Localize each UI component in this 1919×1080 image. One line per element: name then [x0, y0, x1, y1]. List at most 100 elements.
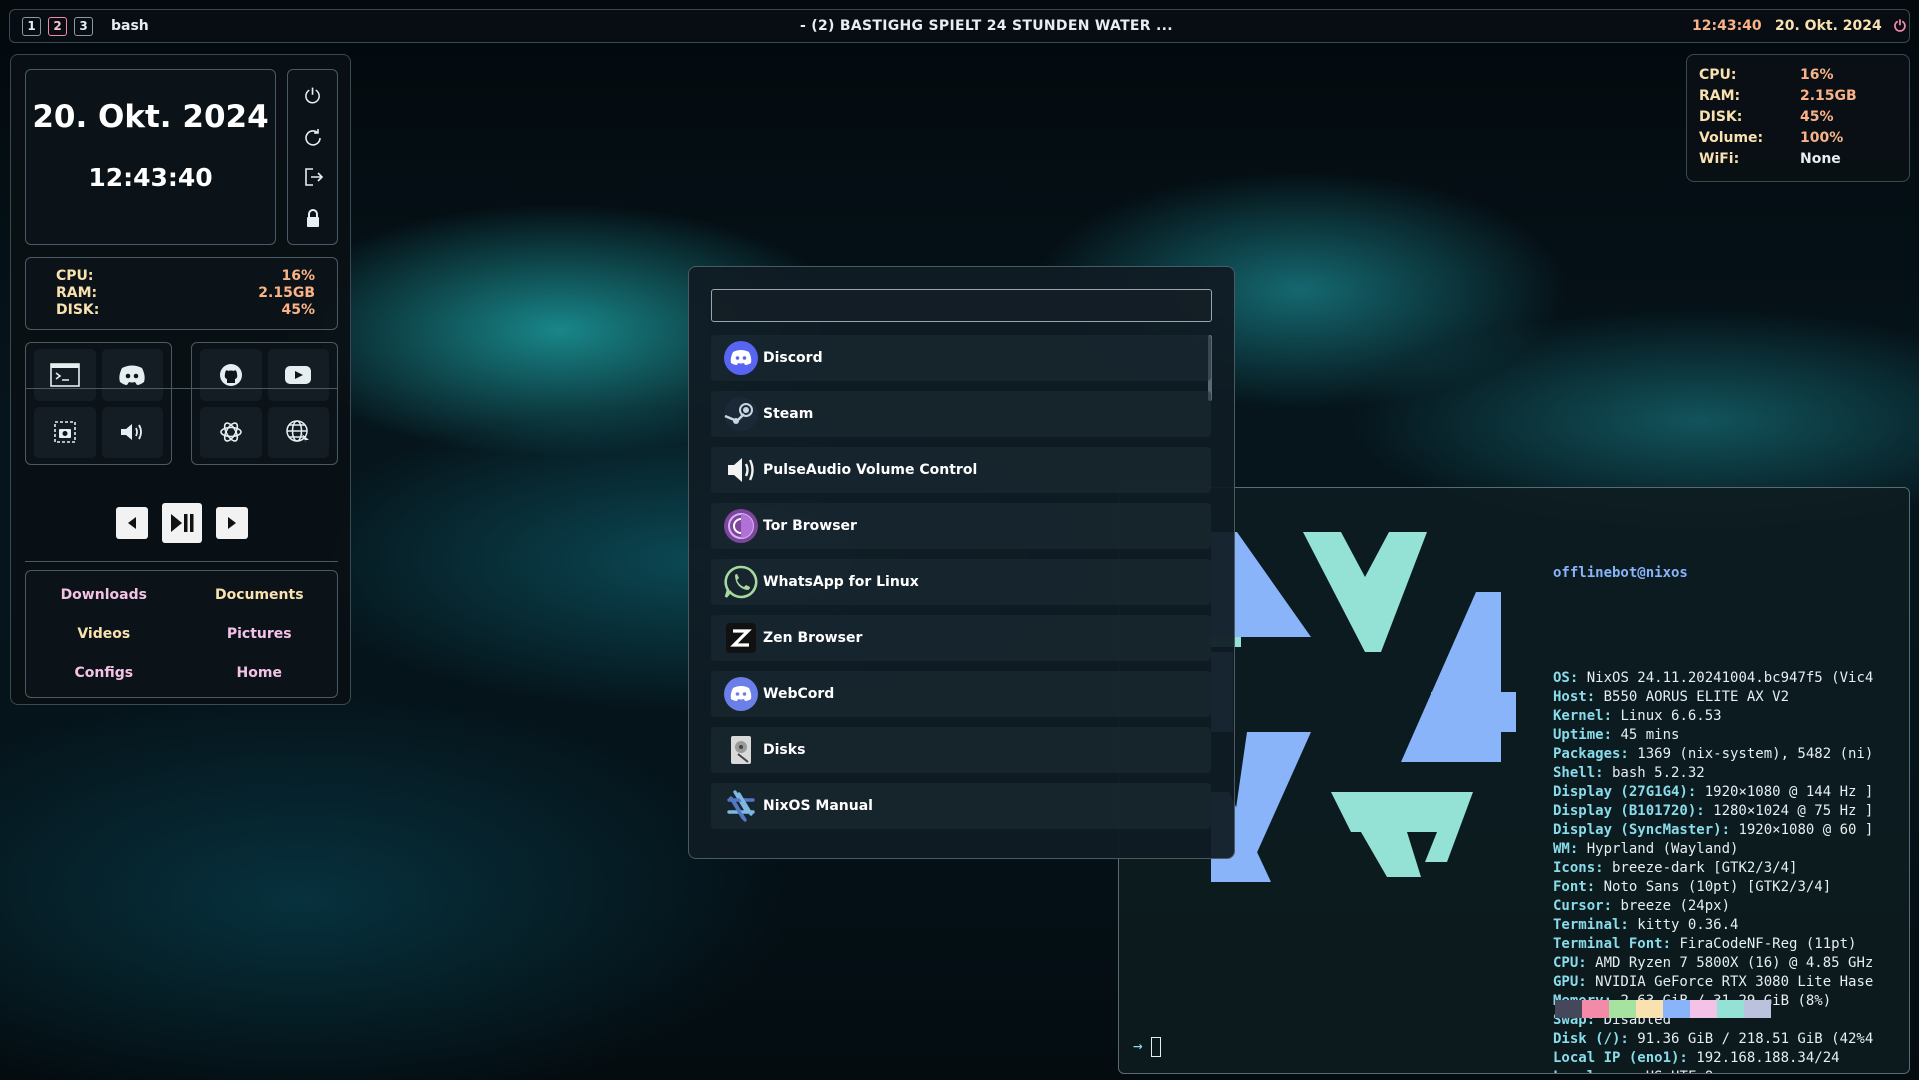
shutdown-icon[interactable]: ⏻: [300, 83, 326, 109]
palette-swatch: [1609, 1000, 1636, 1018]
previous-track-icon[interactable]: [115, 507, 148, 539]
launcher-item-label: Zen Browser: [763, 630, 863, 646]
info-line: Kernel: Linux 6.6.53: [1553, 707, 1873, 726]
palette-swatch: [1663, 1000, 1690, 1018]
speaker-icon: [721, 450, 761, 490]
active-app-label: bash: [111, 18, 149, 34]
stat-value: 45%: [281, 302, 315, 318]
info-line: Host: B550 AORUS ELITE AX V2: [1553, 688, 1873, 707]
info-value: FiraCodeNF-Reg (11pt): [1671, 936, 1857, 952]
launcher-item-label: NixOS Manual: [763, 798, 873, 814]
folder-downloads[interactable]: Downloads: [26, 587, 182, 603]
sysinfo-label: CPU:: [1699, 67, 1737, 83]
zen-icon: [721, 618, 761, 658]
folder-home[interactable]: Home: [182, 665, 338, 681]
top-bar: 1 2 3 bash - (2) BASTIGHG SPIELT 24 STUN…: [9, 9, 1910, 43]
divider: [25, 388, 338, 389]
discord-icon: [721, 338, 761, 378]
launcher-item-label: Discord: [763, 350, 823, 366]
sysinfo-label: RAM:: [1699, 88, 1741, 104]
info-value: 192.168.188.34/24: [1687, 1050, 1840, 1066]
reboot-icon[interactable]: [300, 124, 326, 150]
info-line: GPU: NVIDIA GeForce RTX 3080 Lite Hase: [1553, 973, 1873, 992]
info-key: Locale:: [1553, 1069, 1612, 1073]
play-pause-icon[interactable]: [161, 503, 202, 543]
info-value: 91.36 GiB / 218.51 GiB (42%4: [1628, 1031, 1874, 1047]
globe-icon[interactable]: [267, 406, 329, 458]
info-value: 1920×1080 @ 60 ]: [1730, 822, 1874, 838]
whatsapp-icon: [721, 562, 761, 602]
launcher-app-list: Discord Steam PulseAudio Volume Control Tor…: [711, 335, 1211, 839]
sysinfo-label: Volume:: [1699, 130, 1764, 146]
logout-icon[interactable]: [300, 164, 326, 190]
sysinfo-label: WiFi:: [1699, 151, 1740, 167]
info-line: Shell: bash 5.2.32: [1553, 764, 1873, 783]
workspace-1-button[interactable]: 1: [22, 16, 41, 36]
discord-icon[interactable]: [101, 349, 163, 401]
folder-videos[interactable]: Videos: [26, 626, 182, 642]
info-line: CPU: AMD Ryzen 7 5800X (16) @ 4.85 GHz: [1553, 954, 1873, 973]
power-menu: ⏻: [287, 69, 338, 245]
info-value: 1920×1080 @ 144 Hz ]: [1696, 784, 1874, 800]
info-line: Local IP (eno1): 192.168.188.34/24: [1553, 1049, 1873, 1068]
launcher-item-label: PulseAudio Volume Control: [763, 462, 978, 478]
palette-swatch: [1690, 1000, 1717, 1018]
terminal-prompt[interactable]: →: [1133, 1036, 1161, 1057]
app-launcher: Discord Steam PulseAudio Volume Control Tor…: [688, 266, 1235, 859]
github-icon[interactable]: [200, 349, 262, 401]
info-key: Host:: [1553, 689, 1596, 705]
palette-swatch: [1717, 1000, 1744, 1018]
tor-icon: [721, 506, 761, 546]
volume-icon[interactable]: [101, 406, 163, 458]
screenshot-icon[interactable]: [34, 406, 96, 458]
info-line: Icons: breeze-dark [GTK2/3/4]: [1553, 859, 1873, 878]
launcher-item-nixos-manual[interactable]: NixOS Manual: [711, 783, 1211, 829]
launcher-item-pulseaudio-volume-control[interactable]: PulseAudio Volume Control: [711, 447, 1211, 493]
launcher-item-webcord[interactable]: WebCord: [711, 671, 1211, 717]
prompt-arrow: →: [1133, 1036, 1143, 1055]
sysinfo-value: 100%: [1800, 130, 1844, 146]
next-track-icon[interactable]: [215, 507, 248, 539]
info-value: en_US.UTF-8: [1612, 1069, 1713, 1073]
folder-pictures[interactable]: Pictures: [182, 626, 338, 642]
launcher-item-label: WebCord: [763, 686, 835, 702]
folder-configs[interactable]: Configs: [26, 665, 182, 681]
launcher-item-whatsapp-for-linux[interactable]: WhatsApp for Linux: [711, 559, 1211, 605]
info-value: 1369 (nix-system), 5482 (ni): [1628, 746, 1874, 762]
youtube-icon[interactable]: [267, 349, 329, 401]
stat-value: 2.15GB: [258, 285, 315, 301]
info-key: OS:: [1553, 670, 1579, 686]
info-line: Cursor: breeze (24px): [1553, 897, 1873, 916]
power-icon[interactable]: ⏻: [1894, 17, 1906, 35]
system-stats-widget: CPU: 16% RAM: 2.15GB DISK: 45% Volume: 100% …: [1686, 54, 1910, 182]
info-value: 1280×1024 @ 75 Hz ]: [1704, 803, 1874, 819]
workspace-3-button[interactable]: 3: [74, 16, 93, 36]
info-value: B550 AORUS ELITE AX V2: [1595, 689, 1790, 705]
folder-documents[interactable]: Documents: [182, 587, 338, 603]
launcher-item-tor-browser[interactable]: Tor Browser: [711, 503, 1211, 549]
launcher-item-disks[interactable]: Disks: [711, 727, 1211, 773]
info-line: Terminal: kitty 0.36.4: [1553, 916, 1873, 935]
sysinfo-value: 2.15GB: [1800, 88, 1857, 104]
info-key: Icons:: [1553, 860, 1604, 876]
lock-icon[interactable]: [300, 205, 326, 231]
terminal-window[interactable]: offlinebot@nixos OS: NixOS 24.11.2024100…: [1118, 487, 1910, 1074]
info-value: breeze (24px): [1612, 898, 1731, 914]
launcher-item-steam[interactable]: Steam: [711, 391, 1211, 437]
palette-swatch: [1555, 1000, 1582, 1018]
media-controls: [25, 491, 338, 555]
nixos-icon: [721, 786, 761, 826]
info-value: Linux 6.6.53: [1612, 708, 1722, 724]
info-value: breeze-dark [GTK2/3/4]: [1603, 860, 1798, 876]
launcher-item-discord[interactable]: Discord: [711, 335, 1211, 381]
chatgpt-icon[interactable]: [200, 406, 262, 458]
info-value: NixOS 24.11.20241004.bc947f5 (Vic4: [1578, 670, 1874, 686]
launcher-item-zen-browser[interactable]: Zen Browser: [711, 615, 1211, 661]
disks-icon: [721, 730, 761, 770]
info-line: Disk (/): 91.36 GiB / 218.51 GiB (42%4: [1553, 1030, 1873, 1049]
palette-swatch: [1636, 1000, 1663, 1018]
workspace-2-button[interactable]: 2: [48, 16, 67, 36]
terminal-icon[interactable]: [34, 349, 96, 401]
info-line: Terminal Font: FiraCodeNF-Reg (11pt): [1553, 935, 1873, 954]
launcher-search-input[interactable]: [711, 289, 1212, 322]
